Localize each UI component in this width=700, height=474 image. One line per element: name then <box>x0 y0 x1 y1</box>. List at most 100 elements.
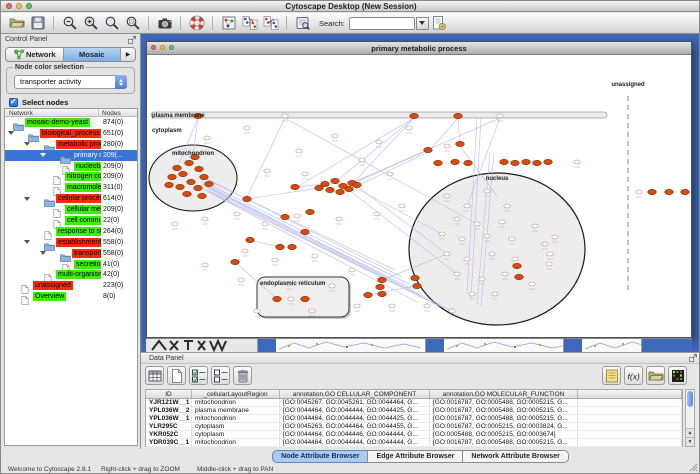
expander-icon[interactable] <box>40 153 46 157</box>
table-cell[interactable]: cytoplasm <box>192 423 280 430</box>
table-row[interactable]: YKR052Ccytoplasm[GO:0044464, GO:0044446,… <box>146 431 682 439</box>
graph-node[interactable] <box>312 254 318 258</box>
graph-node[interactable] <box>204 136 210 140</box>
open-icon[interactable] <box>7 14 26 32</box>
table-cell[interactable]: [GO:0044464, GO:0044444, GO:0044425, G..… <box>280 415 430 422</box>
graph-node[interactable] <box>332 134 338 138</box>
graph-node-selected[interactable] <box>413 283 422 288</box>
table-cell[interactable]: [GO:0016787, GO:0005488, GO:0005215, G..… <box>430 415 578 422</box>
graph-node[interactable] <box>484 234 490 238</box>
graph-node-selected[interactable] <box>513 263 522 268</box>
table-cell[interactable]: [GO:0045263, GO:0044464, GO:0044455, G..… <box>280 423 430 430</box>
table-cell[interactable]: YDR039C__1 <box>146 439 192 446</box>
graph-node-selected[interactable] <box>195 166 204 171</box>
graph-node-selected[interactable] <box>243 196 252 201</box>
graph-node[interactable] <box>449 309 455 313</box>
table-row[interactable]: YJR121W__1mitochondrion[GO:0045267, GO:0… <box>146 399 682 407</box>
graph-node[interactable] <box>234 212 240 216</box>
table-row[interactable]: YDR039C__1mitochondrion[GO:0044464, GO:0… <box>146 439 682 447</box>
help-icon[interactable] <box>187 14 206 32</box>
graph-node[interactable] <box>484 189 490 193</box>
table-cell[interactable]: mitochondrion <box>192 399 280 406</box>
graph-node-selected[interactable] <box>411 275 420 280</box>
attribute-unselect-icon[interactable] <box>211 366 230 385</box>
graph-node[interactable] <box>464 204 470 208</box>
graph-node[interactable] <box>359 158 365 162</box>
zoom-in-icon[interactable] <box>81 14 100 32</box>
graph-node-selected[interactable] <box>205 181 214 186</box>
table-cell[interactable]: YPL036W__1 <box>146 415 192 422</box>
search-dropdown-button[interactable] <box>416 17 429 30</box>
notes-icon[interactable] <box>602 366 621 385</box>
graph-node-selected[interactable] <box>456 141 465 146</box>
graph-node[interactable] <box>454 217 460 221</box>
graph-node[interactable] <box>424 304 430 308</box>
import-table-icon[interactable] <box>646 366 665 385</box>
graph-node[interactable] <box>502 272 508 276</box>
graph-node[interactable] <box>552 235 558 239</box>
graph-node-selected[interactable] <box>231 259 240 264</box>
graph-node[interactable] <box>238 278 244 282</box>
graph-node-selected[interactable] <box>500 159 509 164</box>
graph-node-selected[interactable] <box>165 182 174 187</box>
attribute-new-icon[interactable] <box>167 366 186 385</box>
column-divider[interactable] <box>98 109 99 117</box>
network-view-window[interactable]: primary metabolic process plasma membran… <box>146 41 692 338</box>
graph-node-selected[interactable] <box>288 244 297 249</box>
expander-icon[interactable] <box>24 142 30 146</box>
graph-node-selected[interactable] <box>194 185 203 190</box>
graph-node-selected[interactable] <box>378 277 387 282</box>
graph-node-selected[interactable] <box>179 171 188 176</box>
graph-node-selected[interactable] <box>246 237 255 242</box>
graph-node-selected[interactable] <box>376 284 385 289</box>
tab-edge-attribute-browser[interactable]: Edge Attribute Browser <box>367 450 463 463</box>
graph-node[interactable] <box>354 304 360 308</box>
tree-row[interactable]: biological_process651(0) <box>5 128 137 139</box>
graph-node-selected[interactable] <box>336 189 345 194</box>
table-cell[interactable]: YKR052C <box>146 431 192 438</box>
graph-node[interactable] <box>454 272 460 276</box>
table-row[interactable]: YLR295Ccytoplasm[GO:0045263, GO:0044464,… <box>146 423 682 431</box>
table-cell[interactable]: [GO:0016787, GO:0005488, GO:0005215, G..… <box>430 407 578 414</box>
attribute-select-icon[interactable] <box>189 366 208 385</box>
expander-icon[interactable] <box>40 251 46 255</box>
expander-icon[interactable] <box>24 197 30 201</box>
graph-node[interactable] <box>294 214 300 218</box>
graph-node[interactable] <box>202 263 208 267</box>
table-cell[interactable]: mitochondrion <box>192 439 280 446</box>
search-settings-icon[interactable] <box>293 14 312 32</box>
table-row[interactable]: YPL036W__2plasma membrane[GO:0044464, GO… <box>146 407 682 415</box>
tree-row[interactable]: cellular process614(0) <box>5 193 137 204</box>
table-cell[interactable]: [GO:0016787, GO:0005488, GO:0005215, G..… <box>430 439 578 446</box>
column-header[interactable]: annotation.GO CELLULAR_COMPONENT <box>280 390 430 398</box>
graph-node-selected[interactable] <box>434 160 443 165</box>
formula-icon[interactable]: f(x) <box>624 366 643 385</box>
graph-node[interactable] <box>636 190 642 194</box>
graph-node[interactable] <box>504 204 510 208</box>
float-panel-icon[interactable] <box>688 353 698 363</box>
expander-icon[interactable] <box>24 240 30 244</box>
graph-node-selected[interactable] <box>665 189 674 194</box>
tree-row[interactable]: nucleobase-209(0) <box>5 161 137 172</box>
annotation-export-icon[interactable] <box>261 14 280 32</box>
graph-node[interactable] <box>574 160 580 164</box>
table-cell[interactable]: YPL036W__2 <box>146 407 192 414</box>
graph-node-selected[interactable] <box>464 160 473 165</box>
zoom-out-icon[interactable] <box>60 14 79 32</box>
graph-node[interactable] <box>389 304 395 308</box>
annotation-import-icon[interactable] <box>240 14 259 32</box>
graph-node[interactable] <box>459 237 465 241</box>
graph-node-selected[interactable] <box>173 165 182 170</box>
search-index-icon[interactable] <box>430 14 449 32</box>
table-cell[interactable]: cytoplasm <box>192 431 280 438</box>
tree-row[interactable]: macromolecule311(0) <box>5 182 137 193</box>
graph-node[interactable] <box>288 297 294 301</box>
graph-node[interactable] <box>406 126 412 130</box>
graph-node-selected[interactable] <box>451 159 460 164</box>
tree-column-nodes[interactable]: Nodes <box>102 110 121 117</box>
zoom-fit-icon[interactable] <box>102 14 121 32</box>
graph-node[interactable] <box>349 268 355 272</box>
table-cell[interactable]: mitochondrion <box>192 415 280 422</box>
graph-node[interactable] <box>399 204 405 208</box>
graph-node[interactable] <box>532 224 538 228</box>
